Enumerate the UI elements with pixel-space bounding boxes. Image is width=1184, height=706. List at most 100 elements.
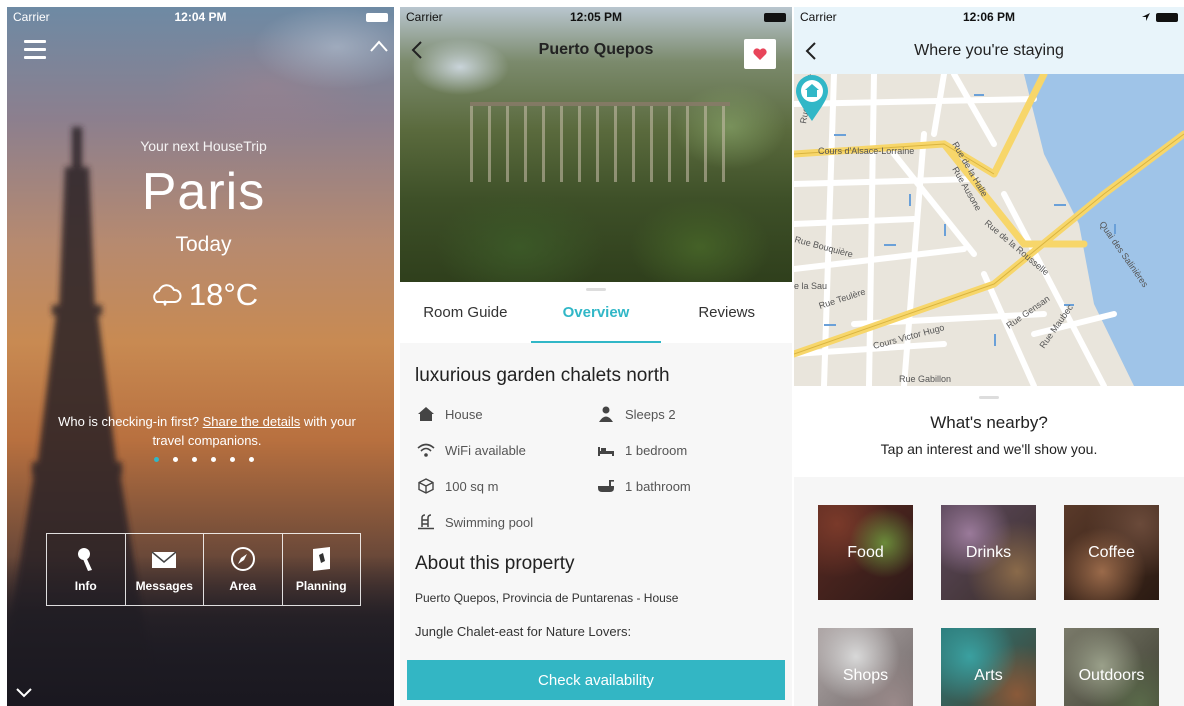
amenity-wifi-label: WiFi available (445, 442, 526, 458)
map-label-street1: Cours d'Alsace-Lorraine (818, 146, 914, 156)
map-label-street10: Rue Gabillon (899, 374, 951, 384)
tab-overview[interactable]: Overview (530, 282, 662, 343)
page-title: Puerto Quepos (538, 41, 654, 58)
cube-icon (418, 478, 434, 494)
listing-title: luxurious garden chalets north (415, 365, 670, 386)
location-arrow-icon (1142, 13, 1150, 21)
chevron-down-icon[interactable] (16, 688, 32, 698)
wifi-icon (417, 443, 435, 457)
area-screen: Carrier 12:06 PM Where you're staying Co… (794, 7, 1184, 706)
cloud-rain-icon (153, 284, 182, 306)
page-dot[interactable] (172, 457, 178, 462)
nearby-title: What's nearby? (930, 413, 1048, 432)
map-label-street12: e la Sau (794, 281, 827, 291)
key-icon (77, 548, 92, 571)
page-dot[interactable] (191, 457, 197, 462)
checkin-prefix: Who is checking-in first? (58, 414, 200, 429)
property-screen: Carrier 12:05 PM Puerto Quepos Room Guid… (400, 7, 792, 706)
amenity-sleeps-label: Sleeps 2 (625, 406, 676, 422)
interest-label: Coffee (1088, 543, 1135, 561)
interest-arts-tile[interactable]: Arts (941, 628, 1036, 706)
amenity-sleeps: Sleeps 2 (597, 406, 676, 422)
chalet-structure (470, 102, 730, 182)
status-bar: Carrier 12:06 PM (794, 7, 1184, 27)
stay-location-pin-icon[interactable] (794, 74, 830, 122)
page-title: Where you're staying (914, 41, 1064, 59)
area-map[interactable]: Cours d'Alsace-Lorraine Rue de la Halle … (794, 74, 1184, 386)
nav-info-button[interactable]: Info (47, 534, 126, 605)
property-tabs: Room Guide Overview Reviews (400, 282, 792, 343)
temperature: 18°C (188, 277, 259, 312)
trip-day: Today (175, 233, 232, 256)
compass-icon (230, 547, 255, 571)
share-details-link[interactable]: Share the details (203, 414, 301, 429)
amenity-type: House (417, 406, 483, 422)
carrier-label: Carrier (800, 10, 837, 24)
favorite-button[interactable] (744, 39, 776, 69)
check-availability-button[interactable]: Check availability (407, 660, 785, 700)
battery-icon (1156, 12, 1178, 22)
amenity-size: 100 sq m (417, 478, 498, 494)
planning-icon (313, 547, 331, 571)
area-nav-bar: Where you're staying (794, 27, 1184, 74)
chevron-up-icon[interactable] (369, 39, 389, 53)
drag-handle[interactable] (979, 396, 999, 399)
interest-coffee-tile[interactable]: Coffee (1064, 505, 1159, 600)
page-dot[interactable] (229, 457, 235, 462)
amenity-pool-label: Swimming pool (445, 514, 534, 530)
amenity-bathrooms: 1 bathroom (597, 478, 691, 494)
interest-label: Arts (974, 666, 1003, 684)
interest-label: Shops (842, 666, 889, 684)
back-arrow-icon[interactable] (804, 41, 818, 61)
nav-info-label: Info (74, 579, 97, 593)
next-trip-label: Your next HouseTrip (140, 138, 267, 154)
interest-drinks-tile[interactable]: Drinks (941, 505, 1036, 600)
interest-label: Food (847, 543, 884, 561)
nav-area-button[interactable]: Area (204, 534, 283, 605)
interest-label: Outdoors (1078, 666, 1145, 684)
about-location: Puerto Quepos, Provincia de Puntarenas -… (415, 591, 679, 605)
status-bar: Carrier 12:05 PM (400, 7, 792, 27)
nearby-subtitle: Tap an interest and we'll show you. (880, 441, 1098, 457)
destination-city: Paris (141, 163, 266, 221)
tab-reviews[interactable]: Reviews (661, 282, 792, 343)
interest-food-tile[interactable]: Food (818, 505, 913, 600)
home-nav-grid: Info Messages Area Planning (46, 533, 361, 606)
property-nav-bar: Puerto Quepos (400, 27, 792, 73)
amenity-size-label: 100 sq m (445, 478, 499, 494)
tab-room-guide[interactable]: Room Guide (400, 282, 531, 343)
checkin-prompt: Who is checking-in first? Share the deta… (57, 412, 357, 450)
about-description: Jungle Chalet-east for Nature Lovers: (415, 624, 632, 639)
carrier-label: Carrier (406, 10, 443, 24)
weather: 18°C (7, 277, 394, 313)
map-label-street4: Rue Bouquière (794, 234, 854, 259)
amenity-bathrooms-label: 1 bathroom (625, 478, 691, 494)
interest-label: Drinks (965, 543, 1012, 561)
page-indicator[interactable] (7, 457, 394, 462)
house-icon (418, 407, 434, 421)
nav-messages-button[interactable]: Messages (126, 534, 204, 605)
amenity-type-label: House (445, 406, 483, 422)
back-arrow-icon[interactable] (410, 40, 424, 60)
nav-planning-label: Planning (295, 579, 347, 593)
battery-icon (764, 12, 786, 22)
nav-area-label: Area (229, 579, 257, 593)
interest-shops-tile[interactable]: Shops (818, 628, 913, 706)
about-heading: About this property (415, 553, 575, 574)
interest-outdoors-tile[interactable]: Outdoors (1064, 628, 1159, 706)
hamburger-menu-icon[interactable] (24, 40, 46, 62)
page-dot-active[interactable] (153, 457, 159, 462)
page-dot[interactable] (210, 457, 216, 462)
carrier-label: Carrier (13, 10, 50, 24)
person-icon (599, 406, 613, 422)
map-canvas: Cours d'Alsace-Lorraine Rue de la Halle … (794, 74, 1184, 386)
amenity-pool: Swimming pool (417, 514, 533, 530)
nav-messages-label: Messages (135, 579, 193, 593)
status-bar: Carrier 12:04 PM (7, 7, 394, 27)
pool-ladder-icon (418, 514, 434, 530)
amenity-bedrooms: 1 bedroom (597, 442, 687, 458)
nearby-panel: What's nearby? Tap an interest and we'll… (794, 386, 1184, 477)
heart-icon (753, 47, 767, 60)
page-dot[interactable] (248, 457, 254, 462)
nav-planning-button[interactable]: Planning (283, 534, 361, 605)
